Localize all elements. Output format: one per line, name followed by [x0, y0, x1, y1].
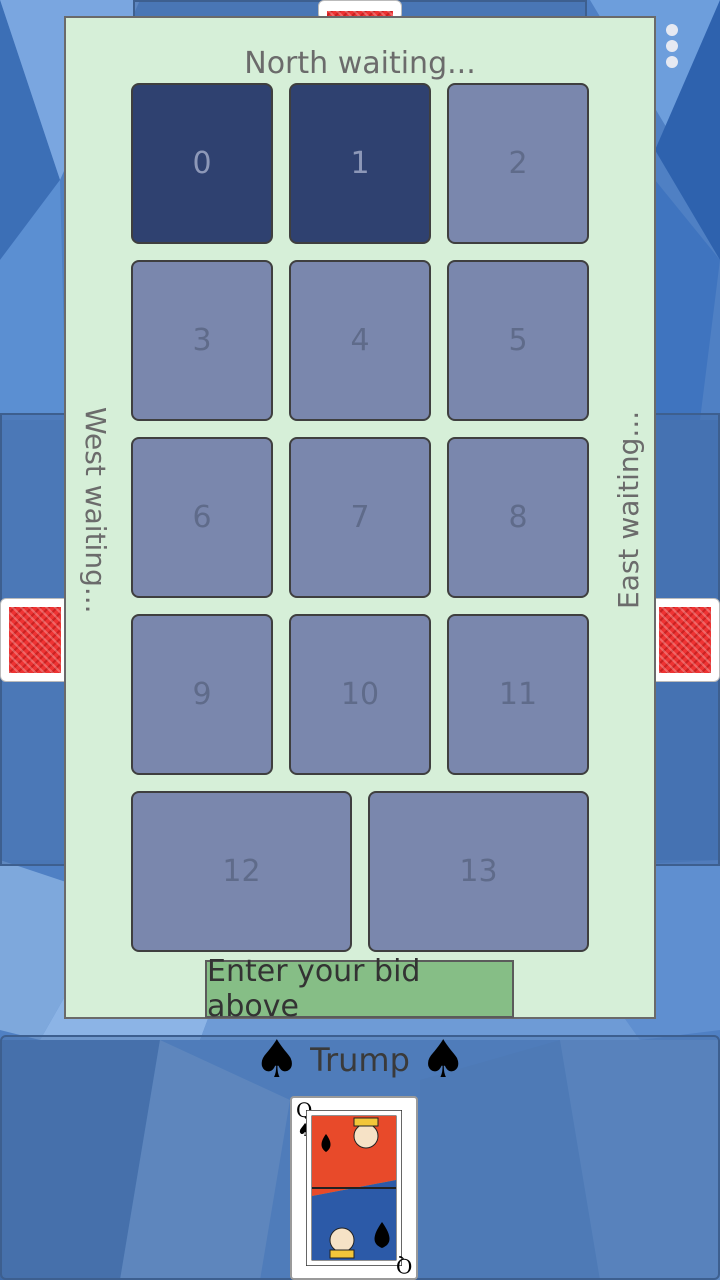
east-status: East waiting... — [612, 410, 645, 610]
trump-card[interactable]: Q ♠ Q — [290, 1096, 418, 1280]
bid-button-0[interactable]: 0 — [131, 83, 273, 244]
trump-label: Trump — [310, 1041, 410, 1079]
bid-button-11[interactable]: 11 — [447, 614, 589, 775]
bid-button-2[interactable]: 2 — [447, 83, 589, 244]
bid-button-7[interactable]: 7 — [289, 437, 431, 598]
east-card-back — [650, 598, 720, 682]
spade-icon: ♠ — [253, 1030, 301, 1090]
bid-button-6[interactable]: 6 — [131, 437, 273, 598]
bid-button-3[interactable]: 3 — [131, 260, 273, 421]
west-card-back — [0, 598, 70, 682]
queen-of-spades-face-icon — [306, 1110, 402, 1266]
card-rank-bottom: Q — [395, 1254, 412, 1278]
trump-header: ♠ Trump ♠ — [0, 1033, 720, 1087]
bid-button-13[interactable]: 13 — [368, 791, 589, 952]
bid-button-1[interactable]: 1 — [289, 83, 431, 244]
overflow-menu-icon[interactable] — [662, 24, 682, 76]
bid-button-9[interactable]: 9 — [131, 614, 273, 775]
north-status: North waiting... — [244, 46, 476, 81]
spade-icon: ♠ — [419, 1030, 467, 1090]
bid-button-8[interactable]: 8 — [447, 437, 589, 598]
bid-prompt: Enter your bid above — [205, 954, 514, 1024]
bid-button-10[interactable]: 10 — [289, 614, 431, 775]
west-status: West waiting... — [79, 406, 112, 614]
bid-button-5[interactable]: 5 — [447, 260, 589, 421]
bid-button-12[interactable]: 12 — [131, 791, 352, 952]
bid-button-4[interactable]: 4 — [289, 260, 431, 421]
